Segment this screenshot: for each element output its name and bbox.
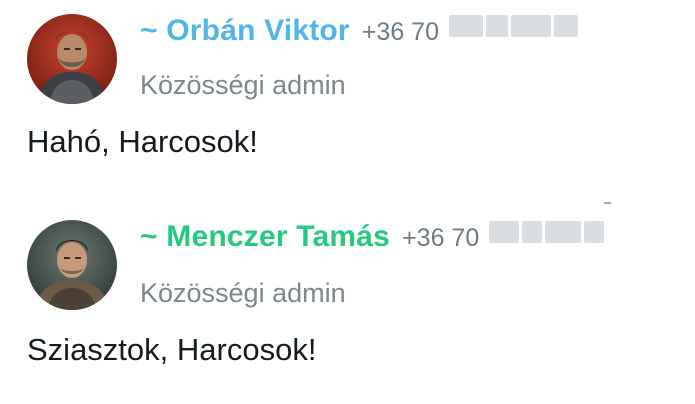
- sender-avatar[interactable]: [27, 220, 117, 310]
- sender-name[interactable]: ~ Orbán Viktor: [140, 14, 350, 48]
- divider-artifact: [604, 202, 611, 204]
- avatar-image: [27, 220, 117, 310]
- sender-avatar[interactable]: [27, 14, 117, 104]
- chat-message-list: ~ Orbán Viktor +36 70 Közösségi admin Ha…: [0, 0, 695, 404]
- message-text: Hahó, Harcosok!: [27, 124, 258, 159]
- sender-role: Közösségi admin: [140, 278, 346, 308]
- sender-name[interactable]: ~ Menczer Tamás: [140, 220, 390, 254]
- phone-redacted-blur: [489, 221, 607, 243]
- sender-phone: +36 70: [402, 224, 480, 252]
- avatar-image: [27, 14, 117, 104]
- sender-role: Közösségi admin: [140, 70, 346, 100]
- message-header: ~ Orbán Viktor +36 70: [140, 14, 581, 54]
- message-text: Sziasztok, Harcosok!: [27, 332, 317, 367]
- message-header: ~ Menczer Tamás +36 70: [140, 220, 607, 260]
- phone-redacted-blur: [448, 15, 581, 37]
- sender-phone: +36 70: [361, 18, 439, 46]
